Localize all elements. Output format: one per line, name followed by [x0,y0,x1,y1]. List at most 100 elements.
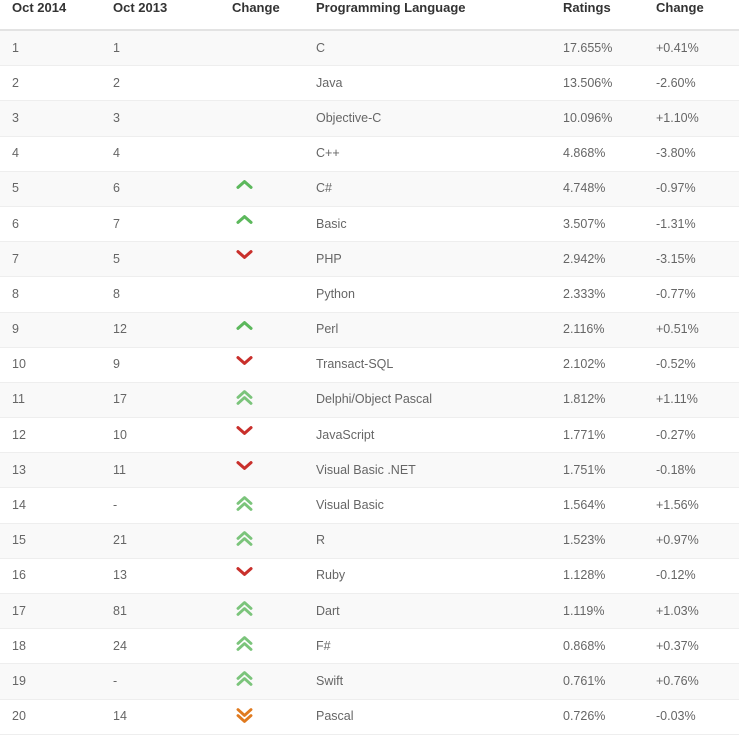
cell-rank-previous: 11 [108,452,216,489]
cell-change-indicator [216,206,306,243]
cell-rank-previous: 4 [108,136,216,172]
cell-change-percent: -0.97% [646,171,739,207]
cell-rank-current: 1 [0,30,108,67]
cell-rank-current: 9 [0,312,108,348]
table-header: Oct 2014 Oct 2013 Change Programming Lan… [0,0,739,31]
cell-change-indicator [216,487,306,524]
cell-ratings: 1.128% [551,558,646,595]
cell-change-indicator [216,663,306,700]
cell-rank-current: 3 [0,100,108,137]
table-row: 5 6 C# 4.748% -0.97% [0,171,739,207]
cell-ratings: 1.751% [551,452,646,489]
cell-rank-previous: - [108,487,216,524]
cell-change-percent: -1.31% [646,206,739,243]
cell-change-indicator [216,699,306,735]
cell-programming-language: F# [306,628,551,665]
cell-rank-previous: 81 [108,593,216,630]
cell-change-indicator [216,628,306,665]
column-header-change-indicator[interactable]: Change [216,0,306,31]
cell-programming-language: C++ [306,136,551,172]
cell-change-percent: -0.52% [646,347,739,383]
cell-ratings: 2.333% [551,276,646,313]
cell-ratings: 4.748% [551,171,646,207]
cell-programming-language: C# [306,171,551,207]
cell-ratings: 4.868% [551,136,646,172]
cell-change-percent: -0.77% [646,276,739,313]
cell-programming-language: Dart [306,593,551,630]
cell-change-percent: -0.12% [646,558,739,595]
column-header-rank-current[interactable]: Oct 2014 [0,0,108,31]
table-row: 19- Swift 0.761% +0.76% [0,663,739,700]
table-row: 20 14 Pascal 0.726% -0.03% [0,699,739,735]
column-header-ratings[interactable]: Ratings [551,0,646,31]
table-body: 1 1 C 17.655% +0.41% 2 2 Java 13.506% -2.60% 3 3 Obj… [0,30,739,735]
table-row: 6 7 Basic 3.507% -1.31% [0,206,739,243]
cell-rank-previous: - [108,663,216,700]
cell-change-percent: +1.03% [646,593,739,630]
column-header-change-percent[interactable]: Change [646,0,739,31]
cell-rank-current: 10 [0,347,108,383]
cell-change-percent: +0.37% [646,628,739,665]
cell-change-percent: -0.03% [646,699,739,735]
cell-programming-language: Perl [306,312,551,348]
cell-programming-language: Java [306,65,551,102]
cell-change-indicator [216,312,306,348]
table-row: 1 1 C 17.655% +0.41% [0,30,739,67]
cell-change-indicator [216,347,306,383]
cell-ratings: 1.564% [551,487,646,524]
cell-rank-current: 5 [0,171,108,207]
cell-ratings: 13.506% [551,65,646,102]
table-row: 2 2 Java 13.506% -2.60% [0,65,739,102]
cell-change-indicator [216,452,306,489]
cell-change-indicator [216,276,306,313]
table-row: 8 8 Python 2.333% -0.77% [0,276,739,313]
cell-programming-language: C [306,30,551,67]
table-row: 3 3 Objective-C 10.096% +1.10% [0,100,739,137]
table-row: 4 4 C++ 4.868% -3.80% [0,136,739,172]
cell-change-percent: +1.56% [646,487,739,524]
cell-rank-current: 16 [0,558,108,595]
cell-rank-current: 20 [0,699,108,735]
cell-rank-current: 14 [0,487,108,524]
cell-ratings: 2.116% [551,312,646,348]
table-row: 12 10 JavaScript 1.771% -0.27% [0,417,739,454]
cell-change-indicator [216,593,306,630]
cell-ratings: 10.096% [551,100,646,137]
cell-ratings: 1.523% [551,523,646,559]
cell-programming-language: Visual Basic .NET [306,452,551,489]
cell-rank-previous: 5 [108,241,216,278]
cell-ratings: 1.812% [551,382,646,419]
cell-rank-previous: 17 [108,382,216,419]
cell-rank-current: 19 [0,663,108,700]
cell-change-indicator [216,417,306,454]
cell-rank-previous: 2 [108,65,216,102]
double-chevron-up-icon [236,390,260,410]
cell-ratings: 0.868% [551,628,646,665]
cell-rank-current: 17 [0,593,108,630]
table-header-row: Oct 2014 Oct 2013 Change Programming Lan… [0,0,739,31]
double-chevron-up-icon [236,636,260,656]
column-header-programming-language[interactable]: Programming Language [306,0,551,31]
table-row: 16 13 Ruby 1.128% -0.12% [0,558,739,595]
cell-programming-language: Delphi/Object Pascal [306,382,551,419]
cell-rank-previous: 6 [108,171,216,207]
chevron-down-icon [236,355,260,375]
cell-rank-previous: 10 [108,417,216,454]
cell-ratings: 1.119% [551,593,646,630]
double-chevron-up-icon [236,530,260,551]
cell-change-percent: -2.60% [646,65,739,102]
cell-programming-language: JavaScript [306,417,551,454]
cell-change-indicator [216,136,306,172]
cell-rank-previous: 9 [108,347,216,383]
column-header-rank-previous[interactable]: Oct 2013 [108,0,216,31]
table-row: 7 5 PHP 2.942% -3.15% [0,241,739,278]
cell-rank-current: 6 [0,206,108,243]
table-row: 9 12 Perl 2.116% +0.51% [0,312,739,348]
cell-programming-language: Basic [306,206,551,243]
cell-rank-current: 4 [0,136,108,172]
cell-rank-previous: 7 [108,206,216,243]
cell-rank-current: 7 [0,241,108,278]
cell-rank-current: 15 [0,523,108,559]
cell-rank-current: 18 [0,628,108,665]
cell-change-percent: +1.11% [646,382,739,419]
